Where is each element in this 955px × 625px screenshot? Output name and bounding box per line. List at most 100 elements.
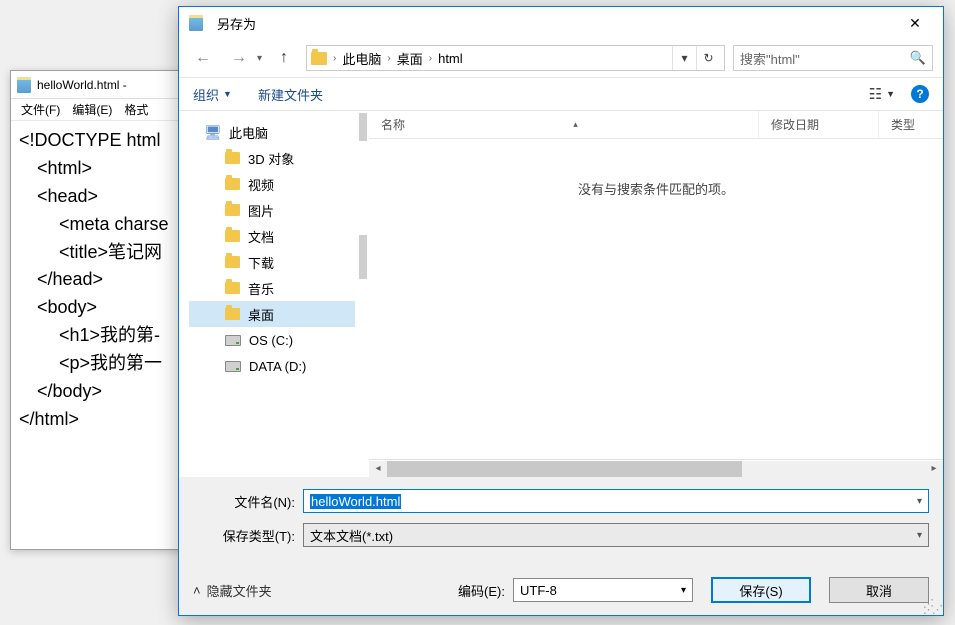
tree-item-label: DATA (D:) — [249, 359, 306, 374]
tree-item-label: 音乐 — [248, 279, 274, 298]
folder-icon — [225, 282, 240, 294]
tree-item-label: 此电脑 — [229, 123, 268, 142]
back-button[interactable]: ← — [189, 45, 217, 71]
filetype-label: 保存类型(T): — [193, 526, 303, 545]
scrollbar-thumb[interactable] — [359, 113, 367, 141]
chevron-right-icon: › — [333, 53, 336, 64]
breadcrumb-item[interactable]: 此电脑 — [340, 49, 383, 68]
help-button[interactable]: ? — [911, 85, 929, 103]
save-as-dialog: 另存为 ✕ ← → ▾ ↑ › 此电脑 › 桌面 › html ▾ ↻ 搜索"h… — [178, 6, 944, 616]
breadcrumb-box[interactable]: › 此电脑 › 桌面 › html ▾ ↻ — [306, 45, 725, 71]
breadcrumb-item[interactable]: html — [436, 51, 465, 66]
chevron-right-icon: › — [387, 53, 390, 64]
close-icon: ✕ — [909, 15, 921, 32]
chevron-down-icon[interactable]: ▾ — [917, 496, 922, 507]
folder-icon — [225, 308, 240, 320]
dialog-title: 另存为 — [217, 14, 256, 33]
notepad-title: helloWorld.html - — [37, 78, 127, 92]
filetype-value: 文本文档(*.txt) — [310, 526, 393, 545]
pc-icon: 🖥 — [205, 124, 221, 141]
search-input[interactable]: 搜索"html" 🔍 — [733, 45, 933, 71]
encoding-label: 编码(E): — [458, 581, 505, 600]
refresh-button[interactable]: ↻ — [696, 46, 720, 70]
up-button[interactable]: ↑ — [270, 45, 298, 71]
scroll-right-button[interactable]: ▸ — [925, 461, 943, 477]
scroll-left-button[interactable]: ◂ — [369, 461, 387, 477]
filetype-select[interactable]: 文本文档(*.txt) ▾ — [303, 523, 929, 547]
arrow-left-icon: ← — [195, 49, 211, 67]
close-button[interactable]: ✕ — [897, 9, 933, 37]
tree-item[interactable]: 文档 — [189, 223, 355, 249]
forward-button[interactable]: → — [225, 45, 253, 71]
filename-label: 文件名(N): — [193, 492, 303, 511]
sort-indicator-icon: ▴ — [573, 119, 578, 130]
menu-format[interactable]: 格式 — [118, 99, 154, 120]
tree-item-label: 3D 对象 — [248, 149, 294, 168]
resize-grip-icon[interactable]: ⋰⋰⋰ — [923, 601, 941, 613]
empty-state: 没有与搜索条件匹配的项。 — [369, 139, 943, 459]
search-icon: 🔍 — [910, 50, 926, 66]
arrow-up-icon: ↑ — [280, 49, 288, 67]
dialog-titlebar[interactable]: 另存为 ✕ — [179, 7, 943, 39]
notepad-app-icon — [189, 15, 203, 31]
tree-item[interactable]: 桌面 — [189, 301, 355, 327]
tree-item[interactable]: 3D 对象 — [189, 145, 355, 171]
menu-file[interactable]: 文件(F) — [15, 99, 66, 120]
menu-edit[interactable]: 编辑(E) — [66, 99, 118, 120]
cancel-button[interactable]: 取消 — [829, 577, 929, 603]
scrollbar-track[interactable] — [387, 461, 925, 477]
horizontal-scrollbar[interactable]: ◂ ▸ — [369, 459, 943, 477]
history-dropdown[interactable]: ▾ — [257, 53, 262, 64]
tree-item[interactable]: 视频 — [189, 171, 355, 197]
file-list-pane: 名称 ▴ 修改日期 类型 没有与搜索条件匹配的项。 ◂ ▸ — [369, 111, 943, 477]
chevron-right-icon: › — [429, 53, 432, 64]
chevron-down-icon: ▼ — [886, 89, 895, 99]
view-list-icon: ☷ — [869, 85, 882, 103]
filename-value: helloWorld.html — [310, 494, 401, 509]
tree-item[interactable]: DATA (D:) — [189, 353, 355, 379]
encoding-value: UTF-8 — [520, 583, 557, 598]
chevron-down-icon[interactable]: ▾ — [681, 585, 686, 596]
filename-input[interactable]: helloWorld.html ▾ — [303, 489, 929, 513]
scrollbar-thumb[interactable] — [359, 235, 367, 279]
notepad-icon — [17, 77, 31, 93]
chevron-up-icon: ˄ — [193, 583, 201, 598]
nav-tree: 🖥 此电脑 3D 对象视频图片文档下载音乐桌面 OS (C:) DATA (D:) — [179, 111, 359, 477]
tree-item-label: 视频 — [248, 175, 274, 194]
tree-item[interactable]: 🖥 此电脑 — [189, 119, 355, 145]
column-type[interactable]: 类型 — [879, 111, 943, 138]
tree-item[interactable]: 图片 — [189, 197, 355, 223]
folder-icon — [225, 152, 240, 164]
save-button[interactable]: 保存(S) — [711, 577, 811, 603]
folder-icon — [225, 178, 240, 190]
tree-item[interactable]: 音乐 — [189, 275, 355, 301]
folder-icon — [311, 52, 327, 65]
search-placeholder: 搜索"html" — [740, 49, 800, 68]
tree-item-label: OS (C:) — [249, 333, 293, 348]
tree-item-label: 文档 — [248, 227, 274, 246]
breadcrumb-item[interactable]: 桌面 — [395, 49, 425, 68]
folder-icon — [225, 204, 240, 216]
drive-icon — [225, 361, 241, 372]
tree-item[interactable]: OS (C:) — [189, 327, 355, 353]
drive-icon — [225, 335, 241, 346]
column-name[interactable]: 名称 ▴ — [369, 111, 759, 138]
view-options-button[interactable]: ☷ ▼ — [869, 85, 895, 103]
new-folder-button[interactable]: 新建文件夹 — [258, 85, 323, 104]
help-icon: ? — [916, 87, 923, 101]
file-list-header: 名称 ▴ 修改日期 类型 — [369, 111, 943, 139]
organize-menu[interactable]: 组织 ▼ — [193, 85, 232, 104]
scrollbar-thumb[interactable] — [387, 461, 742, 477]
encoding-select[interactable]: UTF-8 ▾ — [513, 578, 693, 602]
breadcrumb-dropdown[interactable]: ▾ — [672, 46, 696, 70]
tree-item[interactable]: 下载 — [189, 249, 355, 275]
hide-folders-toggle[interactable]: ˄ 隐藏文件夹 — [193, 581, 272, 600]
refresh-icon: ↻ — [703, 51, 713, 65]
chevron-down-icon: ▼ — [223, 89, 232, 99]
folder-icon — [225, 230, 240, 242]
arrow-right-icon: → — [231, 49, 247, 67]
address-bar: ← → ▾ ↑ › 此电脑 › 桌面 › html ▾ ↻ 搜索"html" 🔍 — [179, 39, 943, 77]
chevron-down-icon[interactable]: ▾ — [917, 530, 922, 541]
column-date[interactable]: 修改日期 — [759, 111, 879, 138]
pane-splitter[interactable] — [359, 111, 369, 477]
